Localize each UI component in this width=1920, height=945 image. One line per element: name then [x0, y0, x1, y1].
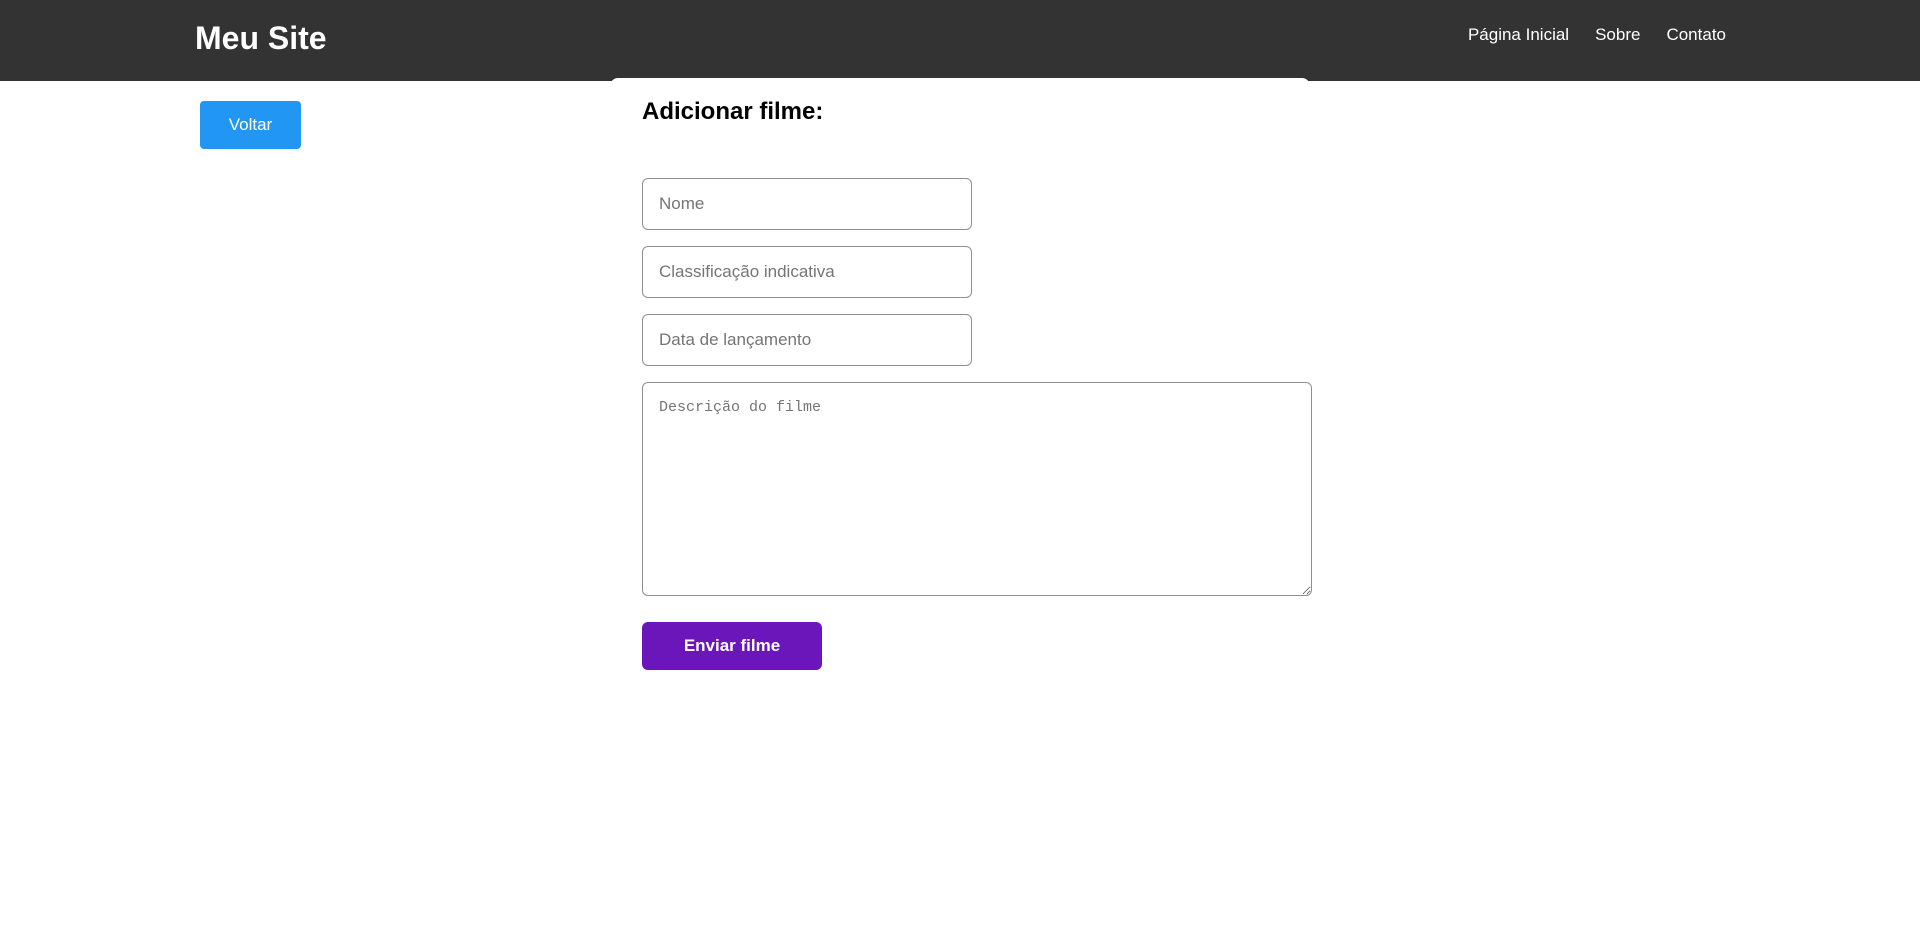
classificacao-input[interactable]: [642, 246, 972, 298]
nav-link-contato[interactable]: Contato: [1666, 24, 1726, 46]
site-header: Meu Site Página Inicial Sobre Contato: [0, 0, 1920, 81]
back-button[interactable]: Voltar: [200, 101, 301, 149]
site-logo[interactable]: Meu Site: [195, 19, 327, 57]
main-nav: Página Inicial Sobre Contato: [1468, 24, 1726, 46]
nome-input[interactable]: [642, 178, 972, 230]
data-lancamento-input[interactable]: [642, 314, 972, 366]
nav-link-pagina-inicial[interactable]: Página Inicial: [1468, 24, 1569, 46]
form-title: Adicionar filme:: [642, 98, 824, 125]
descricao-textarea[interactable]: [642, 382, 1312, 596]
enviar-filme-button[interactable]: Enviar filme: [642, 622, 822, 670]
nav-link-sobre[interactable]: Sobre: [1595, 24, 1640, 46]
